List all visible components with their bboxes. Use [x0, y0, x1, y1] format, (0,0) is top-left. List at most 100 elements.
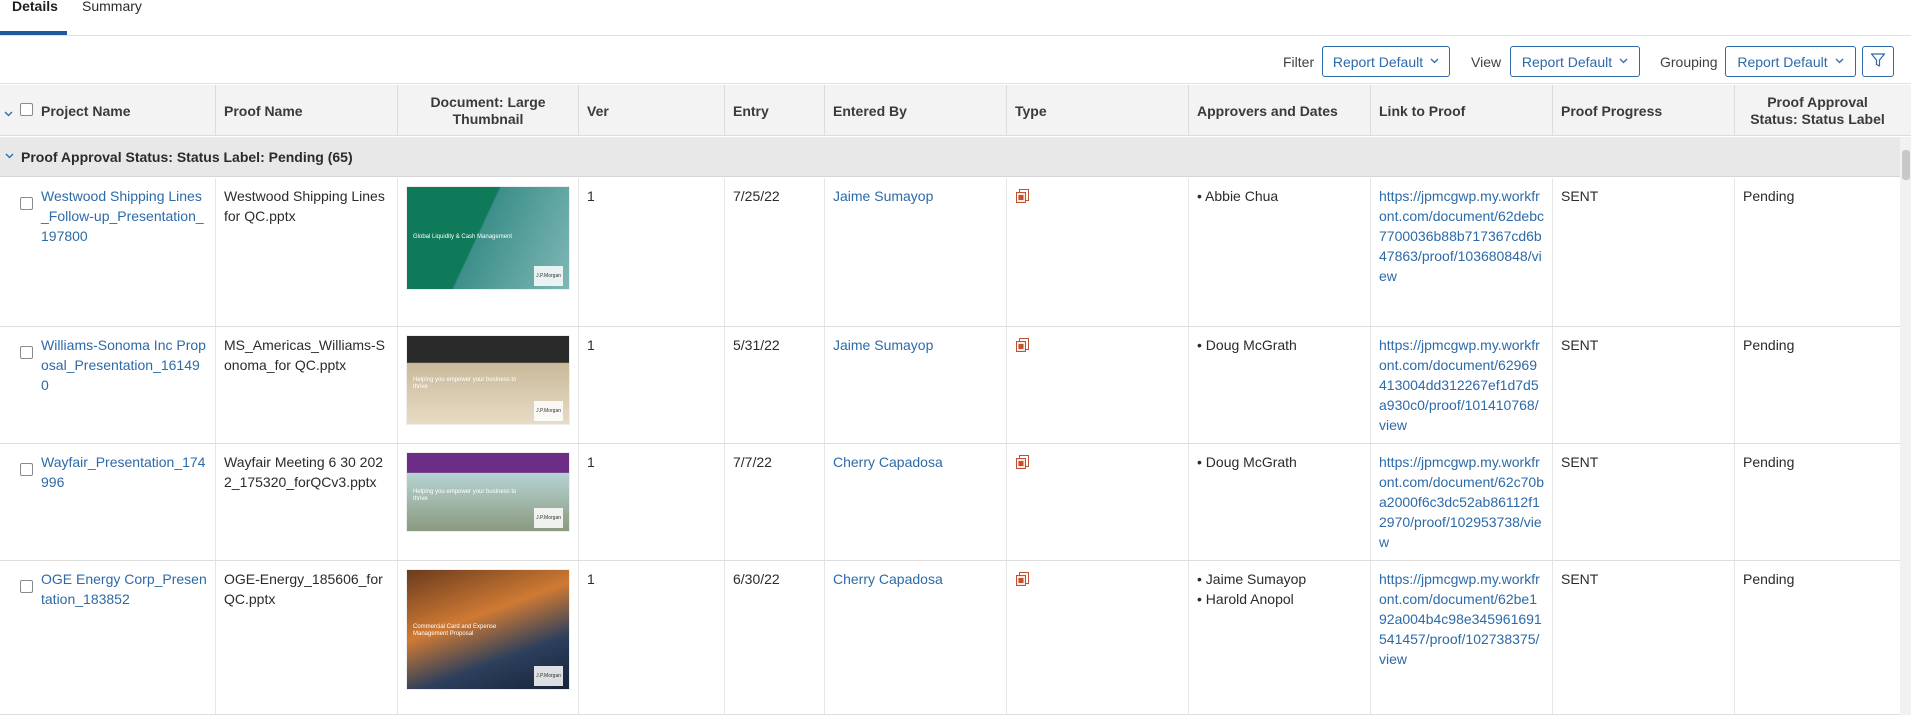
tab-details[interactable]: Details — [0, 0, 67, 35]
cell-entered-by: Cherry Capadosa — [825, 561, 1007, 714]
proof-url-link[interactable]: https://jpmcgwp.my.workfront.com/documen… — [1379, 335, 1544, 435]
document-proof-icon[interactable] — [1015, 571, 1031, 587]
tab-bar: Details Summary — [0, 0, 1911, 36]
col-link-to-proof[interactable]: Link to Proof — [1371, 85, 1553, 136]
chevron-down-icon — [1430, 56, 1439, 67]
proof-url-link[interactable]: https://jpmcgwp.my.workfront.com/documen… — [1379, 569, 1544, 669]
cell-project-name: Wayfair_Presentation_174996 — [0, 444, 216, 560]
row-checkbox[interactable] — [20, 346, 33, 359]
group-header-row[interactable]: Proof Approval Status: Status Label: Pen… — [0, 137, 1900, 177]
project-name-link[interactable]: Williams-Sonoma Inc Proposal_Presentatio… — [41, 335, 207, 395]
proof-name-text: Wayfair Meeting 6 30 2022_175320_forQCv3… — [224, 454, 384, 490]
col-approvers[interactable]: Approvers and Dates — [1189, 85, 1371, 136]
group-label: Proof Approval Status: Status Label: Pen… — [21, 148, 353, 165]
vertical-scrollbar[interactable] — [1900, 137, 1911, 715]
filter-toggle-button[interactable] — [1862, 46, 1894, 77]
row-checkbox[interactable] — [20, 463, 33, 476]
filter-icon — [1870, 52, 1886, 71]
cell-link-to-proof: https://jpmcgwp.my.workfront.com/documen… — [1371, 561, 1553, 714]
row-checkbox[interactable] — [20, 197, 33, 210]
approver-item: Doug McGrath — [1197, 335, 1362, 355]
proof-url-link[interactable]: https://jpmcgwp.my.workfront.com/documen… — [1379, 452, 1544, 552]
approver-list: Doug McGrath — [1197, 452, 1362, 472]
row-checkbox[interactable] — [20, 580, 33, 593]
cell-entered-by: Cherry Capadosa — [825, 444, 1007, 560]
entry-date-text: 5/31/22 — [733, 337, 780, 353]
filter-dropdown[interactable]: Report Default — [1322, 46, 1450, 77]
entered-by-link[interactable]: Jaime Sumayop — [833, 335, 998, 355]
approver-item: Harold Anopol — [1197, 589, 1362, 609]
view-dropdown[interactable]: Report Default — [1510, 46, 1640, 77]
cell-proof-progress: SENT — [1553, 444, 1735, 560]
cell-ver: 1 — [579, 444, 725, 560]
cell-proof-name: Westwood Shipping Lines for QC.pptx — [216, 178, 398, 326]
table-row[interactable]: OGE Energy Corp_Presentation_183852 OGE-E… — [0, 561, 1900, 715]
col-type[interactable]: Type — [1007, 85, 1189, 136]
tab-summary[interactable]: Summary — [70, 0, 150, 35]
document-thumbnail[interactable]: Global Liquidity & Cash Management J.P.Mo… — [406, 186, 570, 290]
version-text: 1 — [587, 188, 595, 204]
cell-proof-name: MS_Americas_Williams-Sonoma_for QC.pptx — [216, 327, 398, 443]
approver-list: Abbie Chua — [1197, 186, 1362, 206]
document-proof-icon[interactable] — [1015, 188, 1031, 204]
entered-by-link[interactable]: Jaime Sumayop — [833, 186, 998, 206]
column-header-label: Entered By — [833, 102, 907, 119]
document-proof-icon[interactable] — [1015, 337, 1031, 353]
col-proof-progress[interactable]: Proof Progress — [1553, 85, 1735, 136]
select-all-checkbox[interactable] — [20, 103, 33, 116]
chevron-down-icon — [1619, 56, 1628, 67]
version-text: 1 — [587, 337, 595, 353]
project-name-link[interactable]: OGE Energy Corp_Presentation_183852 — [41, 569, 207, 609]
status-text: Pending — [1743, 454, 1795, 470]
cell-ver: 1 — [579, 327, 725, 443]
cell-proof-progress: SENT — [1553, 327, 1735, 443]
entered-by-link[interactable]: Cherry Capadosa — [833, 569, 998, 589]
thumbnail-brand: J.P.Morgan — [534, 666, 563, 686]
col-document-thumbnail[interactable]: Document: Large Thumbnail — [398, 85, 579, 136]
proof-url-link[interactable]: https://jpmcgwp.my.workfront.com/documen… — [1379, 186, 1544, 286]
scrollbar-thumb[interactable] — [1902, 150, 1910, 180]
cell-proof-progress: SENT — [1553, 178, 1735, 326]
chevron-down-icon[interactable] — [5, 151, 14, 162]
approver-item: Doug McGrath — [1197, 452, 1362, 472]
proof-name-text: OGE-Energy_185606_forQC.pptx — [224, 571, 383, 607]
thumbnail-title: Commercial Card and Expense Management P… — [413, 624, 497, 637]
column-header-label: Proof Name — [224, 102, 303, 119]
column-header-label: Entry — [733, 102, 769, 119]
cell-approvers: Doug McGrath — [1189, 327, 1371, 443]
table-row[interactable]: Wayfair_Presentation_174996 Wayfair Meeti… — [0, 444, 1900, 561]
cell-document-thumbnail: Commercial Card and Expense Management P… — [398, 561, 579, 714]
approver-item: Abbie Chua — [1197, 186, 1362, 206]
table-row[interactable]: Westwood Shipping Lines_Follow-up_Presen… — [0, 178, 1900, 327]
col-entry[interactable]: Entry — [725, 85, 825, 136]
cell-entry: 7/7/22 — [725, 444, 825, 560]
project-name-link[interactable]: Wayfair_Presentation_174996 — [41, 452, 207, 492]
thumbnail-brand: J.P.Morgan — [534, 266, 563, 286]
chevron-down-icon[interactable] — [4, 104, 13, 120]
grouping-dropdown[interactable]: Report Default — [1725, 46, 1856, 77]
document-thumbnail[interactable]: Helping you empower your business to thr… — [406, 452, 570, 532]
document-thumbnail[interactable]: Commercial Card and Expense Management P… — [406, 569, 570, 690]
status-text: Pending — [1743, 337, 1795, 353]
col-status-label[interactable]: Proof Approval Status: Status Label — [1735, 85, 1900, 136]
document-thumbnail[interactable]: Helping you empower your business to thr… — [406, 335, 570, 425]
col-project-name[interactable]: Project Name — [0, 85, 216, 136]
entered-by-link[interactable]: Cherry Capadosa — [833, 452, 998, 472]
cell-document-thumbnail: Helping you empower your business to thr… — [398, 327, 579, 443]
cell-entered-by: Jaime Sumayop — [825, 327, 1007, 443]
table-row[interactable]: Williams-Sonoma Inc Proposal_Presentatio… — [0, 327, 1900, 444]
cell-type — [1007, 178, 1189, 326]
column-header-label: Proof Approval Status: Status Label — [1750, 93, 1885, 127]
cell-proof-name: OGE-Energy_185606_forQC.pptx — [216, 561, 398, 714]
document-proof-icon[interactable] — [1015, 454, 1031, 470]
project-name-link[interactable]: Westwood Shipping Lines_Follow-up_Presen… — [41, 186, 207, 246]
column-header-label: Proof Progress — [1561, 102, 1663, 119]
cell-entered-by: Jaime Sumayop — [825, 178, 1007, 326]
cell-proof-name: Wayfair Meeting 6 30 2022_175320_forQCv3… — [216, 444, 398, 560]
col-ver[interactable]: Ver — [579, 85, 725, 136]
cell-project-name: OGE Energy Corp_Presentation_183852 — [0, 561, 216, 714]
chevron-down-icon — [1835, 56, 1844, 67]
col-entered-by[interactable]: Entered By — [825, 85, 1007, 136]
cell-approvers: Doug McGrath — [1189, 444, 1371, 560]
col-proof-name[interactable]: Proof Name — [216, 85, 398, 136]
